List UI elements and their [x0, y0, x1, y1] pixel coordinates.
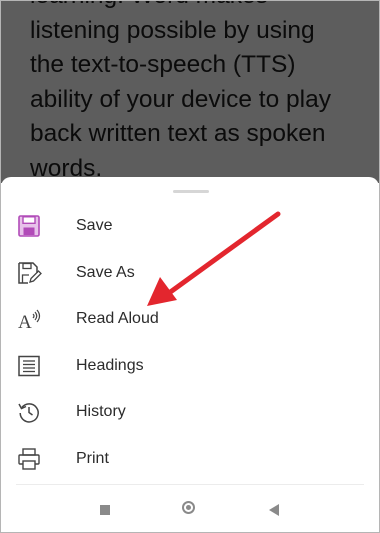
app-frame: learning. Word makes listening possible …: [0, 0, 380, 533]
document-line: listening possible by using: [30, 16, 315, 44]
history-icon: [16, 399, 42, 425]
menu-item-label: Save As: [76, 263, 135, 281]
document-line: back written text as spoken: [30, 120, 326, 147]
menu-item-save[interactable]: Save: [1, 203, 379, 250]
menu-item-print[interactable]: Print: [1, 436, 379, 483]
document-line: ability of your device to play: [30, 85, 331, 113]
back-icon[interactable]: [269, 504, 279, 516]
save-icon: [16, 213, 42, 239]
menu-item-history[interactable]: History: [1, 389, 379, 436]
recents-icon[interactable]: [100, 505, 110, 515]
print-icon: [16, 446, 42, 472]
save-as-icon: [16, 260, 42, 286]
home-icon[interactable]: [182, 501, 195, 514]
menu-item-headings[interactable]: Headings: [1, 343, 379, 390]
document-line: learning. Word makes: [30, 1, 375, 14]
document-background: learning. Word makes listening possible …: [1, 1, 379, 183]
menu-item-label: Read Aloud: [76, 310, 159, 328]
document-text: learning. Word makes listening possible …: [30, 1, 375, 183]
headings-icon: [16, 353, 42, 379]
document-line: the text-to-speech (TTS): [30, 51, 296, 78]
bottom-sheet-menu: Save Save As A Read Aloud Headings Histo…: [1, 177, 379, 532]
menu-item-label: Print: [76, 449, 109, 467]
read-aloud-icon: A: [16, 306, 42, 332]
menu-item-save-as[interactable]: Save As: [1, 250, 379, 297]
sheet-drag-handle[interactable]: [173, 190, 209, 193]
menu-item-read-aloud[interactable]: A Read Aloud: [1, 296, 379, 343]
svg-text:A: A: [18, 312, 32, 332]
menu-item-label: Headings: [76, 356, 144, 374]
menu-item-label: History: [76, 403, 126, 421]
file-menu-list: Save Save As A Read Aloud Headings Histo…: [1, 203, 379, 483]
menu-item-label: Save: [76, 217, 113, 234]
menu-divider: [16, 484, 364, 485]
system-navigation-bar: [1, 490, 379, 530]
